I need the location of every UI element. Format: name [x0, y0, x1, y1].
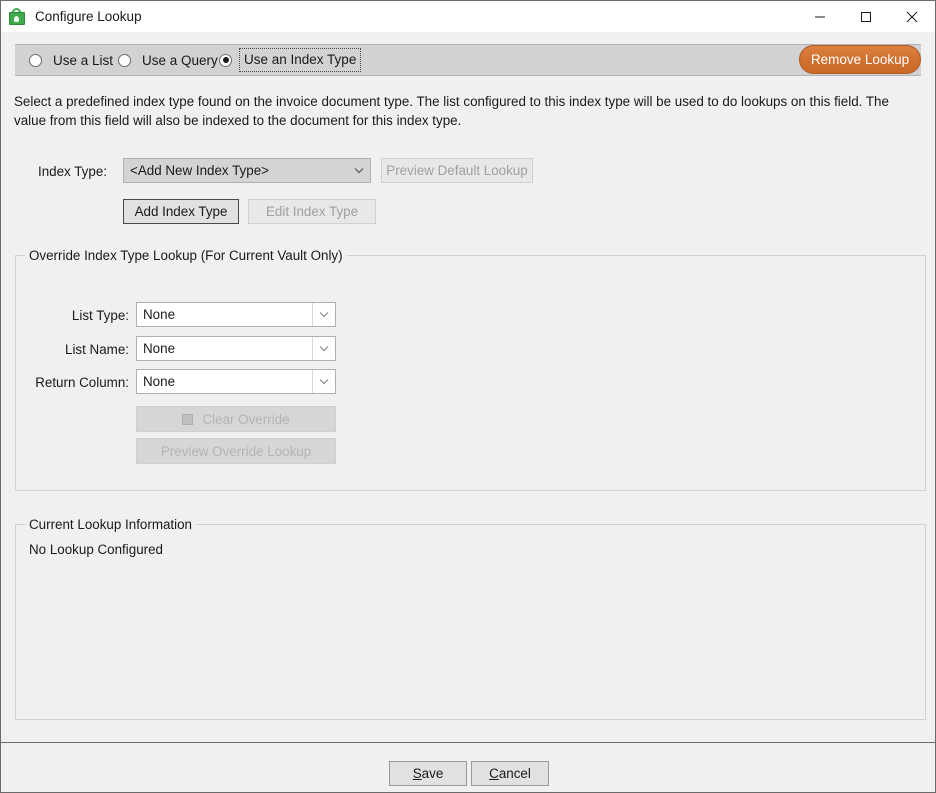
title-bar: Configure Lookup	[1, 1, 935, 32]
override-group-title: Override Index Type Lookup (For Current …	[25, 248, 347, 263]
window-title: Configure Lookup	[35, 8, 142, 24]
return-column-combo-value: None	[143, 374, 176, 389]
index-type-combo-value: <Add New Index Type>	[130, 163, 269, 178]
cancel-mnemonic: C	[489, 766, 499, 781]
return-column-combo[interactable]: None	[136, 369, 336, 394]
current-lookup-group-title: Current Lookup Information	[25, 517, 197, 532]
radio-use-a-list[interactable]: Use a List	[29, 45, 116, 75]
green-lock-icon	[8, 7, 26, 26]
minimize-icon[interactable]	[797, 1, 843, 32]
description-text: Select a predefined index type found on …	[14, 94, 889, 128]
radio-use-a-query[interactable]: Use a Query	[118, 45, 221, 75]
save-label-rest: ave	[421, 766, 444, 781]
close-icon[interactable]	[889, 1, 935, 32]
clear-override-label: Clear Override	[202, 411, 290, 427]
lookup-mode-selector: Use a List Use a Query Use an Index Type	[15, 44, 921, 76]
save-button[interactable]: Save	[389, 761, 467, 786]
index-type-label: Index Type:	[38, 164, 107, 179]
chevron-down-icon[interactable]	[312, 303, 335, 326]
window-controls	[797, 1, 935, 32]
list-type-combo[interactable]: None	[136, 302, 336, 327]
current-lookup-status: No Lookup Configured	[29, 542, 163, 557]
edit-index-type-button[interactable]: Edit Index Type	[248, 199, 376, 224]
cancel-label-rest: ancel	[498, 766, 531, 781]
radio-label-use-a-list: Use a List	[53, 52, 114, 68]
radio-label-use-a-query: Use a Query	[142, 52, 218, 68]
clear-override-button[interactable]: Clear Override	[136, 406, 336, 432]
radio-indicator-use-a-list[interactable]	[29, 53, 42, 67]
return-column-label: Return Column:	[35, 375, 129, 390]
cancel-button[interactable]: Cancel	[471, 761, 549, 786]
maximize-icon[interactable]	[843, 1, 889, 32]
list-name-combo[interactable]: None	[136, 336, 336, 361]
radio-use-an-index-type[interactable]: Use an Index Type	[219, 45, 362, 75]
list-name-combo-value: None	[143, 341, 176, 356]
save-mnemonic: S	[412, 766, 422, 781]
footer-bar: Save Cancel	[1, 743, 935, 792]
add-index-type-button[interactable]: Add Index Type	[123, 199, 239, 224]
chevron-down-icon[interactable]	[312, 337, 335, 360]
list-type-combo-value: None	[143, 307, 176, 322]
radio-indicator-use-a-query[interactable]	[118, 53, 131, 67]
preview-default-lookup-button[interactable]: Preview Default Lookup	[381, 158, 533, 183]
clear-icon	[182, 413, 194, 425]
list-name-label: List Name:	[65, 342, 129, 357]
chevron-down-icon[interactable]	[312, 370, 335, 393]
remove-lookup-button[interactable]: Remove Lookup	[799, 45, 921, 74]
list-type-label: List Type:	[71, 308, 129, 323]
radio-indicator-use-an-index-type[interactable]	[219, 53, 232, 67]
index-type-combo[interactable]: <Add New Index Type>	[123, 158, 371, 183]
radio-label-use-an-index-type: Use an Index Type	[238, 48, 362, 72]
preview-override-lookup-button[interactable]: Preview Override Lookup	[136, 438, 336, 464]
chevron-down-icon[interactable]	[348, 159, 370, 182]
configure-lookup-window: Configure Lookup Use a List Use a Query	[0, 0, 936, 793]
dialog-content: Use a List Use a Query Use an Index Type…	[1, 32, 935, 792]
